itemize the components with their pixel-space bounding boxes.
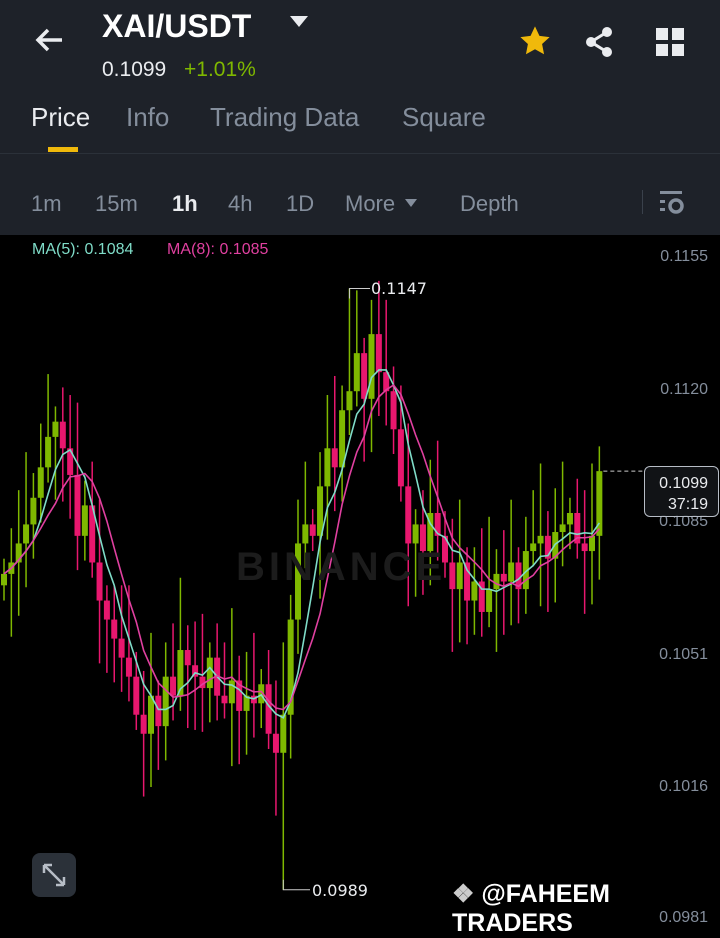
ma5-label: MA(5): 0.1084 xyxy=(32,241,134,258)
candle-body xyxy=(228,680,235,704)
candle-body xyxy=(45,436,52,468)
high-marker-line xyxy=(348,287,370,299)
y-axis-label: 0.1120 xyxy=(660,381,708,398)
interval-1m[interactable]: 1m xyxy=(31,191,62,217)
candle-body xyxy=(162,676,169,727)
grid-menu-icon[interactable] xyxy=(656,28,684,56)
last-price: 0.1099 xyxy=(102,58,167,81)
tab-info[interactable]: Info xyxy=(126,102,169,133)
candle-body xyxy=(581,543,588,552)
candle-body xyxy=(184,650,191,666)
tab-price[interactable]: Price xyxy=(31,102,90,133)
candle-body xyxy=(280,714,287,753)
candle-body xyxy=(37,467,44,498)
candle-body xyxy=(375,334,382,373)
candle-body xyxy=(111,619,118,639)
candle-body xyxy=(125,657,132,677)
candle-body xyxy=(559,524,566,533)
candle-body xyxy=(508,562,515,582)
branding-watermark: ❖ @FAHEEM TRADERS xyxy=(452,879,720,938)
candle-body xyxy=(170,676,177,696)
candle-body xyxy=(59,421,66,449)
tab-trading-data[interactable]: Trading Data xyxy=(210,102,359,133)
candle-body xyxy=(140,714,147,734)
candle-body xyxy=(133,676,140,715)
share-icon[interactable] xyxy=(583,26,615,58)
pair-dropdown-caret-icon[interactable] xyxy=(290,16,308,27)
y-axis-label: 0.1016 xyxy=(659,778,708,795)
interval-more[interactable]: More xyxy=(345,191,395,217)
watermark: BINANCE xyxy=(236,545,447,589)
price-change: +1.01% xyxy=(184,58,256,81)
candle-body xyxy=(272,733,279,753)
high-marker-label: 0.1147 xyxy=(371,279,427,299)
candle-body xyxy=(390,391,397,430)
favorite-star-icon[interactable] xyxy=(518,25,552,57)
current-price-tag: 0.1099 37:19 xyxy=(644,466,719,517)
chart-settings-icon[interactable] xyxy=(658,190,686,216)
candle-body xyxy=(530,543,537,552)
candle-body xyxy=(52,421,59,437)
candle-body xyxy=(493,573,500,590)
candle-body xyxy=(500,573,507,582)
back-arrow-icon[interactable] xyxy=(32,22,68,58)
ma8-label: MA(8): 0.1085 xyxy=(167,241,269,258)
tag-countdown: 37:19 xyxy=(667,496,708,513)
candle-body xyxy=(309,524,316,536)
candle-body xyxy=(155,695,162,727)
candle-body xyxy=(96,562,103,601)
candle-body xyxy=(589,535,595,552)
candle-body xyxy=(324,448,331,487)
low-marker-line xyxy=(282,879,310,891)
y-axis-label: 0.1155 xyxy=(660,248,708,265)
candle-body xyxy=(361,353,368,399)
expand-icon xyxy=(42,863,66,887)
depth-tab[interactable]: Depth xyxy=(460,191,519,217)
divider xyxy=(0,153,720,154)
candle-body xyxy=(566,513,573,525)
candle-body xyxy=(103,600,110,620)
candle-body xyxy=(412,524,419,544)
active-tab-indicator xyxy=(48,147,78,152)
candle-body xyxy=(471,581,478,601)
divider xyxy=(642,190,643,214)
candle-body xyxy=(221,695,228,704)
candle-body xyxy=(206,657,213,689)
candle-body xyxy=(331,448,338,468)
candle-body xyxy=(118,638,125,658)
tag-price: 0.1099 xyxy=(659,475,708,492)
candle-body xyxy=(148,695,154,734)
candle-body xyxy=(486,589,493,612)
fullscreen-button[interactable] xyxy=(32,853,76,897)
pair-title[interactable]: XAI/USDT xyxy=(102,8,251,45)
interval-15m[interactable]: 15m xyxy=(95,191,138,217)
candle-body xyxy=(30,497,37,525)
candle-body xyxy=(346,391,353,411)
low-marker-label: 0.0989 xyxy=(312,880,368,900)
candle-body xyxy=(537,535,544,544)
candle-body xyxy=(353,353,360,392)
y-axis-label: 0.1051 xyxy=(659,646,708,663)
candle-body xyxy=(405,486,412,544)
candle-body xyxy=(1,573,7,586)
more-caret-icon xyxy=(405,199,417,207)
candle-body xyxy=(74,474,81,536)
binance-logo-icon: ❖ xyxy=(452,880,475,908)
candle-body xyxy=(397,429,404,487)
branding-text: @FAHEEM TRADERS xyxy=(452,880,610,937)
candle-body xyxy=(81,505,88,536)
interval-4h[interactable]: 4h xyxy=(228,191,252,217)
interval-1d[interactable]: 1D xyxy=(286,191,314,217)
candle-body xyxy=(302,524,309,544)
candle-body xyxy=(456,562,463,590)
candle-body xyxy=(449,562,456,590)
tab-square[interactable]: Square xyxy=(402,102,486,133)
candle-body xyxy=(23,524,30,544)
candle-body xyxy=(368,334,375,399)
interval-1h[interactable]: 1h xyxy=(172,191,198,217)
